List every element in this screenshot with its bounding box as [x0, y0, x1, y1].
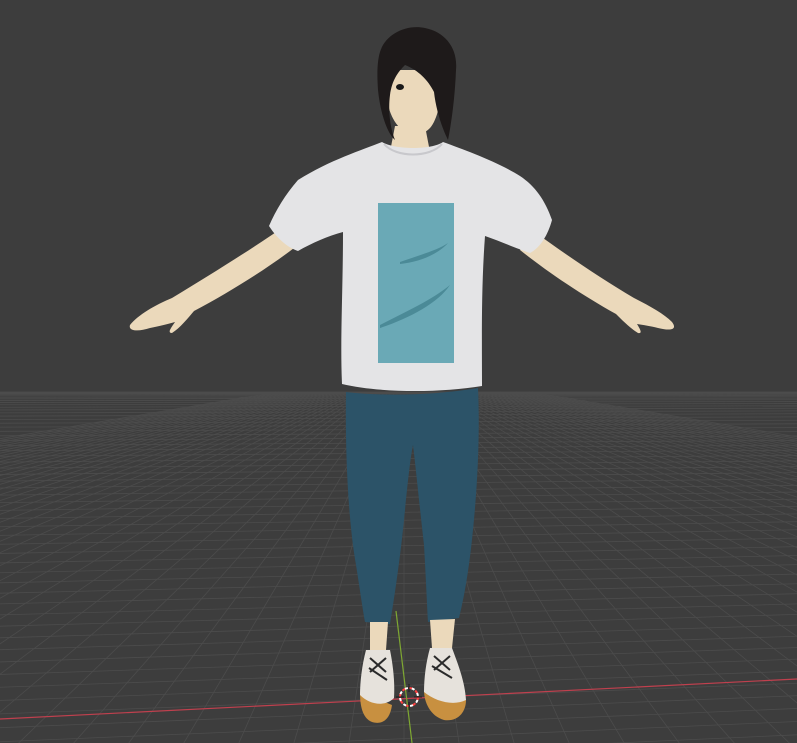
t-shirt-print — [378, 203, 454, 363]
viewport-scene[interactable] — [0, 0, 797, 743]
left-sneaker — [360, 650, 395, 723]
left-ankle — [370, 622, 388, 650]
right-ankle — [430, 619, 455, 648]
eye — [396, 84, 404, 90]
3d-viewport[interactable] — [0, 0, 797, 743]
